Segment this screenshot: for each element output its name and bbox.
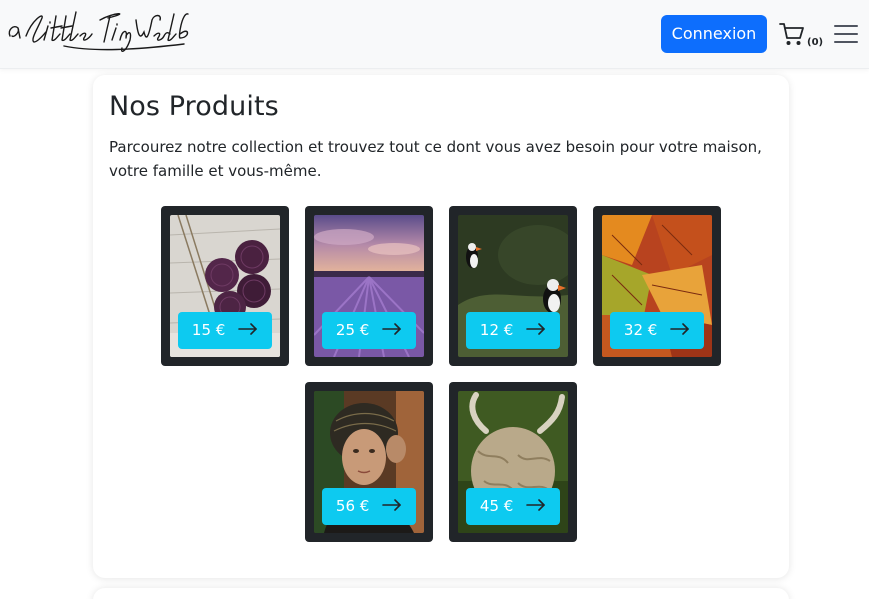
arrow-right-icon — [238, 322, 257, 335]
product-price: 12 € — [479, 321, 514, 339]
product-card[interactable]: 56 € — [305, 382, 433, 542]
arrow-right-icon — [526, 322, 545, 335]
product-price-button[interactable]: 25 € — [322, 312, 416, 349]
product-price-button[interactable]: 15 € — [178, 312, 272, 349]
product-price: 45 € — [479, 497, 514, 515]
cart-button[interactable]: (0) — [778, 20, 824, 50]
product-price: 15 € — [191, 321, 226, 339]
arrow-right-icon — [382, 498, 401, 511]
product-card[interactable]: 32 € — [593, 206, 721, 366]
product-card[interactable]: 25 € — [305, 206, 433, 366]
hamburger-menu-icon[interactable] — [833, 21, 859, 47]
product-price: 25 € — [335, 321, 370, 339]
next-section-card — [93, 588, 789, 599]
arrow-right-icon — [382, 322, 401, 335]
product-card[interactable]: 12 € — [449, 206, 577, 366]
cart-icon — [779, 23, 804, 45]
site-logo[interactable] — [4, 6, 194, 60]
product-card[interactable]: 45 € — [449, 382, 577, 542]
product-price-button[interactable]: 32 € — [610, 312, 704, 349]
product-card[interactable]: 15 € — [161, 206, 289, 366]
product-price: 32 € — [623, 321, 658, 339]
arrow-right-icon — [670, 322, 689, 335]
login-button[interactable]: Connexion — [661, 15, 767, 53]
product-price-button[interactable]: 12 € — [466, 312, 560, 349]
product-price-button[interactable]: 56 € — [322, 488, 416, 525]
cart-count: (0) — [807, 37, 824, 48]
page-description: Parcourez notre collection et trouvez to… — [109, 138, 762, 180]
arrow-right-icon — [526, 498, 545, 511]
page-title: Nos Produits — [109, 91, 279, 122]
product-price-button[interactable]: 45 € — [466, 488, 560, 525]
product-price: 56 € — [335, 497, 370, 515]
navbar: Connexion (0) — [0, 0, 869, 69]
products-card: Nos Produits Parcourez notre collection … — [93, 75, 789, 578]
